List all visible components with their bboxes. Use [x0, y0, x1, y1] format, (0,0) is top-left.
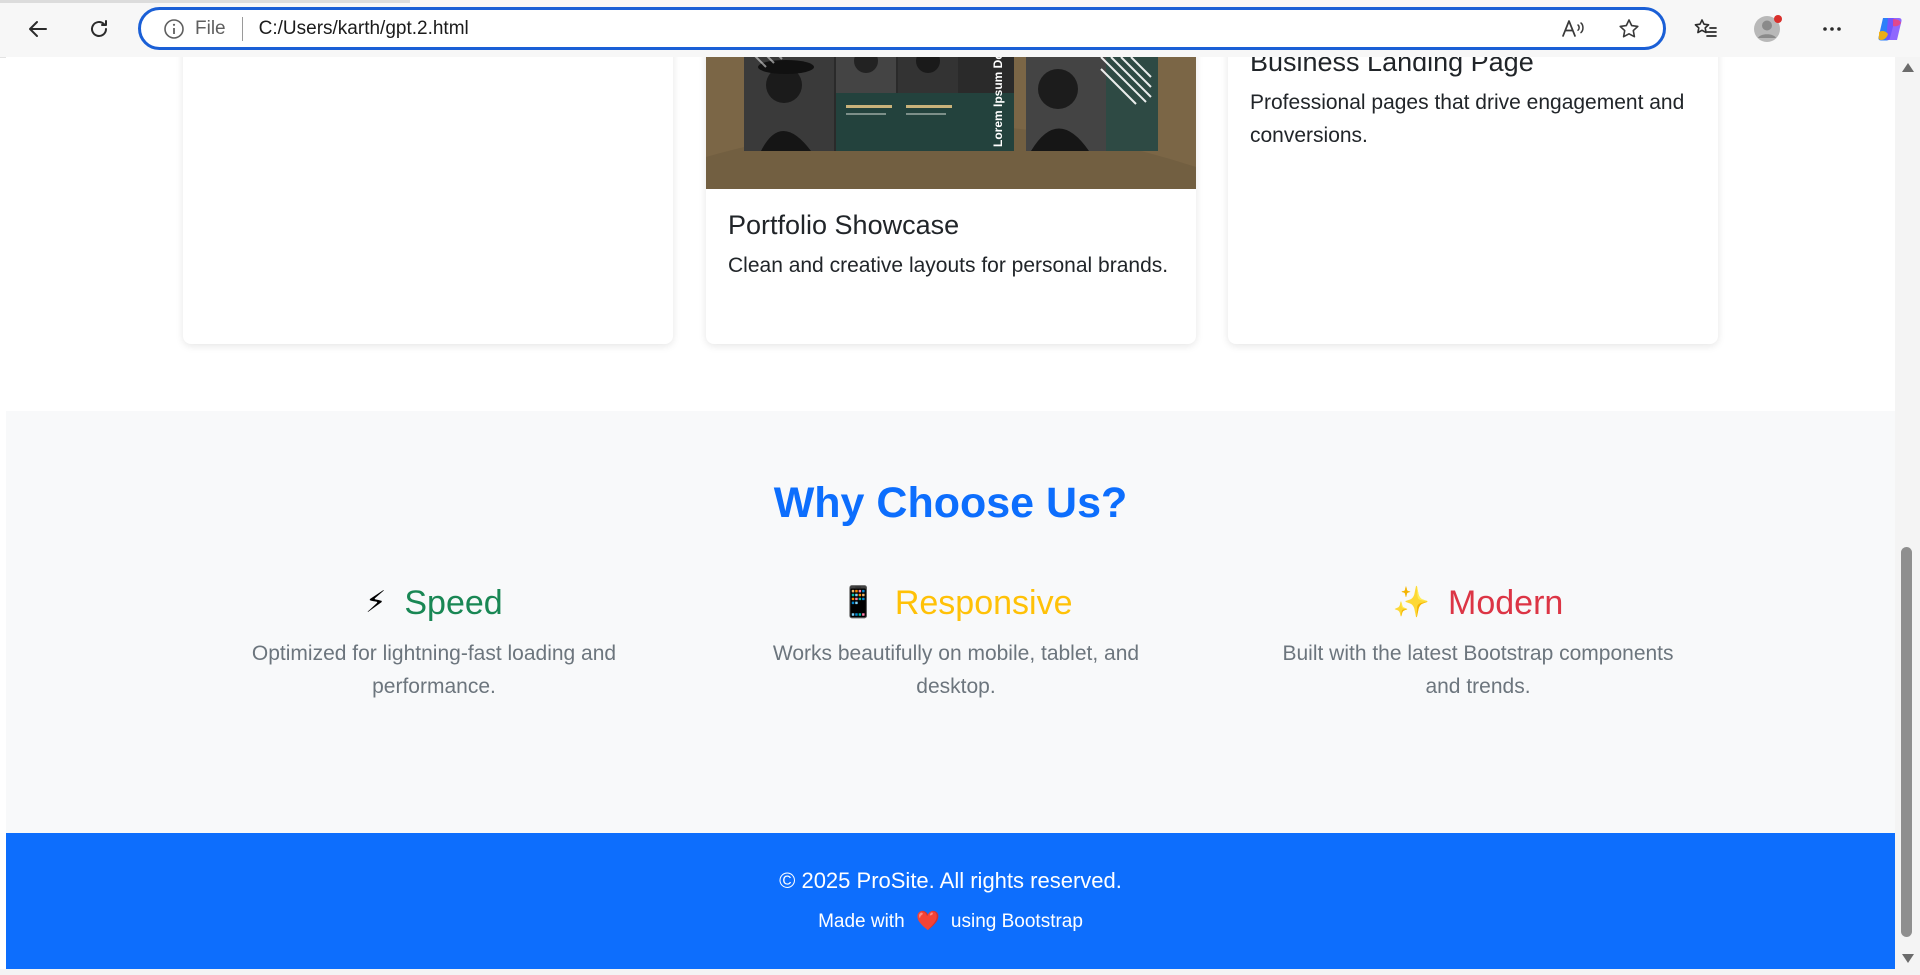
heart-icon: ❤️	[915, 911, 940, 932]
why-choose-us-section: Why Choose Us? ⚡ Speed Optimized for lig…	[6, 411, 1895, 833]
feature-modern: ✨ Modern Built with the latest Bootstrap…	[1228, 583, 1728, 703]
tablet-icon: 📱	[839, 586, 877, 619]
card-text: Professional pages that drive engagement…	[1250, 91, 1685, 147]
portfolio-preview-image: Lorem Ipsum Dolor	[706, 57, 1196, 189]
made-with-line: Made with ❤️ using Bootstrap	[6, 909, 1895, 933]
copilot-button[interactable]	[1870, 9, 1910, 49]
read-aloud-icon[interactable]	[1555, 11, 1591, 47]
tab-strip-edge	[0, 0, 410, 3]
card-title: Portfolio Showcase	[728, 210, 960, 240]
made-with-suffix: using Bootstrap	[950, 911, 1083, 932]
feature-title: Speed	[404, 583, 503, 622]
reload-button[interactable]	[79, 9, 119, 49]
sparkles-icon: ✨	[1392, 586, 1431, 619]
address-actions	[1555, 10, 1647, 47]
made-with-prefix: Made with	[818, 911, 905, 932]
scroll-up-arrow-icon[interactable]	[1902, 63, 1914, 72]
feature-description: Built with the latest Bootstrap componen…	[1282, 642, 1674, 698]
feature-title: Modern	[1448, 583, 1564, 622]
address-separator	[241, 16, 243, 41]
window-bottom-edge	[0, 969, 1920, 975]
feature-description: Works beautifully on mobile, tablet, and…	[772, 642, 1140, 698]
poster-title-text: Lorem Ipsum Dolor	[991, 57, 1005, 147]
section-title: Why Choose Us?	[773, 479, 1128, 527]
scrollbar-thumb[interactable]	[1901, 547, 1912, 937]
profile-button[interactable]	[1748, 9, 1788, 49]
favorites-button[interactable]	[1686, 9, 1726, 49]
copilot-icon	[1878, 18, 1902, 41]
vertical-scrollbar[interactable]	[1895, 57, 1920, 969]
feature-speed: ⚡ Speed Optimized for lightning-fast loa…	[184, 583, 684, 703]
site-footer: © 2025 ProSite. All rights reserved. Mad…	[6, 833, 1895, 969]
scroll-down-arrow-icon[interactable]	[1902, 954, 1914, 963]
feature-responsive: 📱 Responsive Works beautifully on mobile…	[706, 583, 1206, 703]
browser-toolbar: File C:/Users/karth/gpt.2.html	[0, 0, 1920, 58]
reload-icon	[91, 20, 107, 37]
favorites-list-icon	[1694, 19, 1717, 37]
copyright-text: © 2025 ProSite. All rights reserved.	[779, 868, 1122, 893]
arrow-left-icon	[29, 21, 47, 37]
favorite-star-icon[interactable]	[1611, 11, 1647, 47]
card-title: Business Landing Page	[1250, 57, 1534, 77]
file-scheme-label: File	[195, 17, 226, 39]
template-card-1	[183, 57, 673, 344]
page-viewport: Lorem Ipsum Dolor Portfolio Showcase Cle…	[6, 57, 1895, 969]
feature-description: Optimized for lightning-fast loading and…	[251, 642, 617, 698]
feature-title: Responsive	[894, 583, 1073, 622]
lightning-icon: ⚡	[365, 586, 387, 619]
back-button[interactable]	[18, 9, 58, 49]
address-bar[interactable]: File C:/Users/karth/gpt.2.html	[138, 7, 1666, 50]
info-icon[interactable]	[163, 18, 185, 40]
card-body: Business Landing Page Professional pages…	[1250, 57, 1718, 152]
settings-menu-button[interactable]	[1812, 9, 1852, 49]
url-text[interactable]: C:/Users/karth/gpt.2.html	[259, 18, 469, 40]
card-body: Portfolio Showcase Clean and creative la…	[728, 209, 1168, 282]
template-card-business: Business Landing Page Professional pages…	[1228, 57, 1718, 344]
template-card-portfolio: Lorem Ipsum Dolor Portfolio Showcase Cle…	[706, 57, 1196, 344]
avatar-icon	[1754, 15, 1782, 42]
card-text: Clean and creative layouts for personal …	[728, 254, 1169, 277]
more-dots-icon	[1823, 27, 1841, 31]
